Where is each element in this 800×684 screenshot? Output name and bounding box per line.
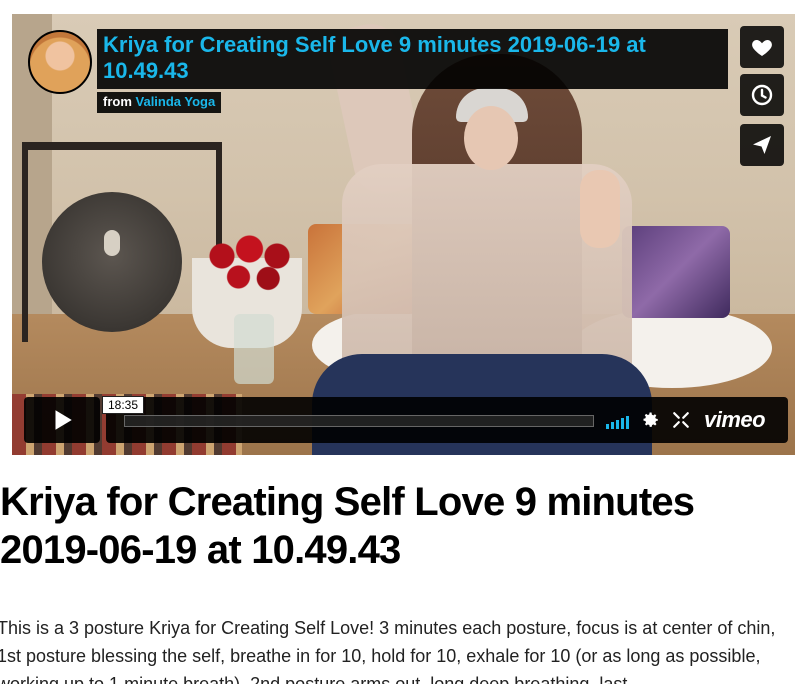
video-title[interactable]: Kriya for Creating Self Love 9 minutes 2… bbox=[103, 32, 722, 84]
volume-control[interactable] bbox=[606, 413, 629, 429]
author-avatar[interactable] bbox=[28, 30, 92, 94]
fullscreen-icon[interactable] bbox=[672, 411, 690, 429]
vase bbox=[234, 314, 274, 384]
vimeo-logo[interactable]: vimeo bbox=[704, 407, 766, 433]
play-icon bbox=[55, 410, 72, 430]
from-label: from bbox=[103, 94, 132, 109]
gong bbox=[42, 192, 182, 332]
video-title-box[interactable]: Kriya for Creating Self Love 9 minutes 2… bbox=[97, 29, 728, 89]
cushion-right bbox=[622, 226, 730, 318]
like-button[interactable] bbox=[740, 26, 784, 68]
heart-icon bbox=[752, 40, 772, 56]
gong-mallet bbox=[104, 230, 120, 256]
roses bbox=[200, 228, 310, 298]
instructor-hand bbox=[580, 170, 620, 248]
control-bar: vimeo bbox=[106, 397, 788, 443]
watch-later-button[interactable] bbox=[740, 74, 784, 116]
settings-gear-icon[interactable] bbox=[642, 411, 660, 429]
progress-bar[interactable] bbox=[124, 415, 594, 427]
clock-icon bbox=[751, 84, 773, 106]
instructor-face bbox=[464, 106, 518, 170]
video-description: This is a 3 posture Kriya for Creating S… bbox=[0, 618, 776, 684]
send-icon bbox=[753, 136, 771, 154]
page-title: Kriya for Creating Self Love 9 minutes 2… bbox=[0, 480, 695, 572]
video-byline: from Valinda Yoga bbox=[97, 92, 222, 113]
play-button[interactable] bbox=[24, 397, 100, 443]
author-link[interactable]: Valinda Yoga bbox=[136, 94, 216, 109]
time-indicator: 18:35 bbox=[102, 396, 145, 414]
share-button[interactable] bbox=[740, 124, 784, 166]
